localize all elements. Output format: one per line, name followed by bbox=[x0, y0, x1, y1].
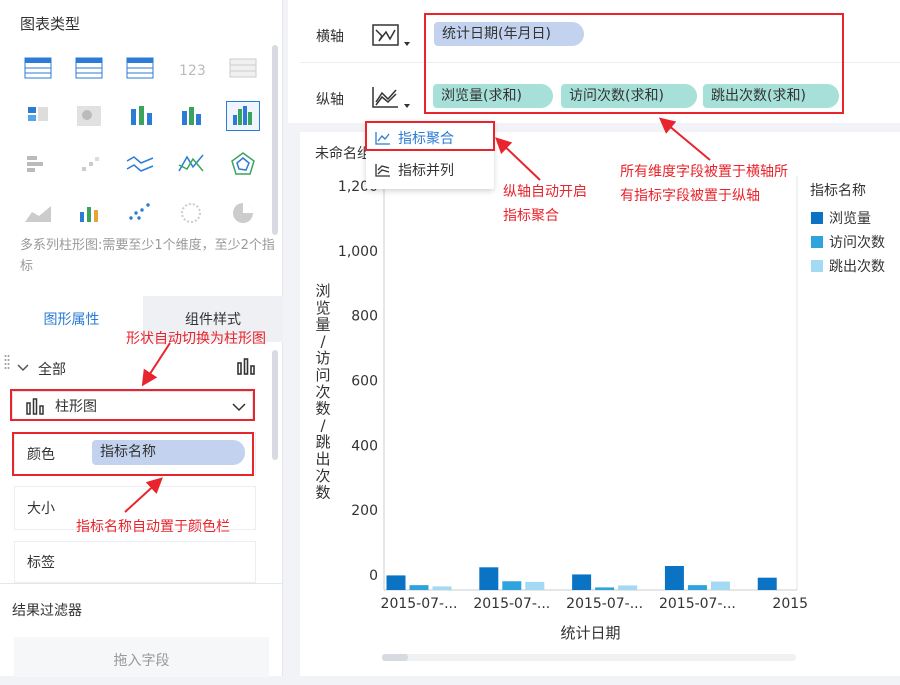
table-icon[interactable] bbox=[72, 53, 106, 83]
y-axis-title-char: 跳 bbox=[315, 433, 330, 451]
legend-label[interactable]: 跳出次数 bbox=[829, 256, 885, 276]
drag-handle-icon[interactable] bbox=[4, 354, 10, 370]
detail-table-icon[interactable] bbox=[226, 53, 260, 83]
line-icon[interactable] bbox=[123, 149, 157, 179]
annotation-frame-color bbox=[12, 432, 254, 476]
tile-icon[interactable] bbox=[21, 101, 55, 131]
scrollbar-track bbox=[382, 654, 796, 661]
bar bbox=[618, 585, 638, 590]
parallel-line-icon bbox=[374, 162, 392, 178]
size-label: 大小 bbox=[27, 501, 55, 517]
y-axis-title-char: 数 bbox=[315, 484, 330, 502]
svg-text:123: 123 bbox=[179, 63, 206, 79]
legend-label[interactable]: 浏览量 bbox=[829, 208, 871, 228]
scrollbar[interactable] bbox=[272, 350, 278, 460]
annotation-dims-measures: 所有维度字段被置于横轴所有指标字段被置于纵轴 bbox=[620, 164, 788, 204]
y-axis-title-char: 访 bbox=[315, 349, 330, 367]
x-axis-setting-icon[interactable] bbox=[370, 22, 414, 56]
bar bbox=[479, 567, 499, 590]
bar bbox=[595, 587, 615, 590]
divider bbox=[0, 583, 283, 584]
bar-icon[interactable] bbox=[21, 149, 55, 179]
all-label: 全部 bbox=[38, 362, 66, 378]
multi-series-column-icon[interactable] bbox=[226, 101, 260, 131]
combo-icon[interactable] bbox=[72, 198, 106, 228]
y-axis-title-char: / bbox=[320, 332, 326, 350]
area-icon[interactable] bbox=[21, 198, 55, 228]
chart-type-title: 图表类型 bbox=[20, 15, 81, 33]
scrollbar[interactable] bbox=[272, 45, 278, 235]
y-axis-setting-icon[interactable] bbox=[370, 84, 414, 118]
bubble-icon[interactable] bbox=[174, 198, 208, 228]
dot-icon[interactable] bbox=[123, 198, 157, 228]
result-filter-title: 结果过滤器 bbox=[12, 603, 82, 619]
menu-item-parallel[interactable]: 指标并列 bbox=[366, 155, 494, 185]
bar bbox=[710, 581, 730, 590]
kpi-number-icon[interactable]: 123 bbox=[174, 53, 208, 83]
x-tick-label: 2015-07-... bbox=[659, 596, 736, 612]
pie-icon[interactable] bbox=[226, 198, 260, 228]
y-axis-title-char: 次 bbox=[315, 467, 330, 485]
y-tick-label: 200 bbox=[351, 503, 378, 519]
legend-title: 指标名称 bbox=[810, 183, 866, 199]
y-axis-label: 纵轴 bbox=[316, 92, 344, 108]
legend-label[interactable]: 访问次数 bbox=[829, 232, 885, 252]
annotation-color-auto: 指标名称自动置于颜色栏 bbox=[76, 519, 230, 535]
x-tick-label: 2015 bbox=[772, 596, 808, 612]
column-chart-icon bbox=[236, 357, 256, 379]
legend-swatch bbox=[811, 260, 823, 272]
y-axis-title-char: 览 bbox=[315, 299, 330, 317]
bar bbox=[502, 581, 522, 590]
filter-drop-zone[interactable]: 拖入字段 bbox=[14, 637, 269, 677]
y-axis-title-char: 量 bbox=[315, 316, 330, 334]
y-tick-label: 600 bbox=[351, 374, 378, 390]
y-axis-title-char: 次 bbox=[315, 383, 330, 401]
tab-graph-attributes[interactable]: 图形属性 bbox=[0, 296, 143, 342]
chart-type-description: 多系列柱形图:需要至少1个维度，至少2个指标 bbox=[20, 238, 275, 274]
table-icon[interactable] bbox=[123, 53, 157, 83]
legend-swatch bbox=[811, 236, 823, 248]
heatmap-icon[interactable] bbox=[72, 101, 106, 131]
annotation-shape-auto: 形状自动切换为柱形图 bbox=[126, 331, 266, 347]
menu-item-label: 指标并列 bbox=[398, 163, 454, 179]
bar bbox=[664, 566, 684, 590]
y-axis-title-char: / bbox=[320, 416, 326, 434]
tag-label: 标签 bbox=[27, 555, 55, 571]
bar bbox=[687, 585, 707, 590]
scatter-small-icon[interactable] bbox=[72, 149, 106, 179]
line-area-icon[interactable] bbox=[174, 149, 208, 179]
y-axis-title-char: 浏 bbox=[315, 282, 330, 300]
annotation-frame-shape bbox=[10, 389, 255, 421]
chart-canvas: 02004006008001,0001,2002015-07-... 2015-0… bbox=[315, 176, 808, 661]
legend-swatch bbox=[811, 212, 823, 224]
x-tick-label: 2015-07-... bbox=[381, 596, 458, 612]
bar bbox=[432, 586, 452, 590]
annotation-vertical-agg: 纵轴自动开启指标聚合 bbox=[503, 184, 587, 224]
y-tick-label: 1,000 bbox=[338, 244, 378, 260]
x-tick-label: 2015-07-... bbox=[566, 596, 643, 612]
column-icon[interactable] bbox=[174, 101, 208, 131]
scrollbar-thumb bbox=[382, 654, 408, 661]
stacked-column-icon[interactable] bbox=[123, 101, 157, 131]
annotation-frame-aggregate bbox=[365, 121, 495, 151]
table-icon[interactable] bbox=[21, 53, 55, 83]
bar bbox=[386, 575, 406, 590]
radar-icon[interactable] bbox=[226, 149, 260, 179]
y-tick-label: 400 bbox=[351, 438, 378, 454]
x-tick-label: 2015-07-... bbox=[473, 596, 550, 612]
y-tick-label: 800 bbox=[351, 309, 378, 325]
bar bbox=[525, 581, 545, 590]
x-axis-label: 横轴 bbox=[316, 29, 344, 45]
tag-field-box[interactable]: 标签 bbox=[14, 541, 256, 583]
chevron-down-icon[interactable] bbox=[16, 361, 30, 377]
bar bbox=[572, 574, 592, 590]
y-tick-label: 0 bbox=[369, 568, 378, 584]
y-axis-title-char: 数 bbox=[315, 400, 330, 418]
bar bbox=[409, 585, 429, 590]
y-axis-title-char: 出 bbox=[315, 450, 330, 468]
y-axis-title-char: 问 bbox=[315, 366, 330, 384]
annotation-frame-axis-fields bbox=[424, 13, 844, 114]
x-axis-title: 统计日期 bbox=[560, 624, 620, 642]
bar bbox=[757, 577, 777, 590]
